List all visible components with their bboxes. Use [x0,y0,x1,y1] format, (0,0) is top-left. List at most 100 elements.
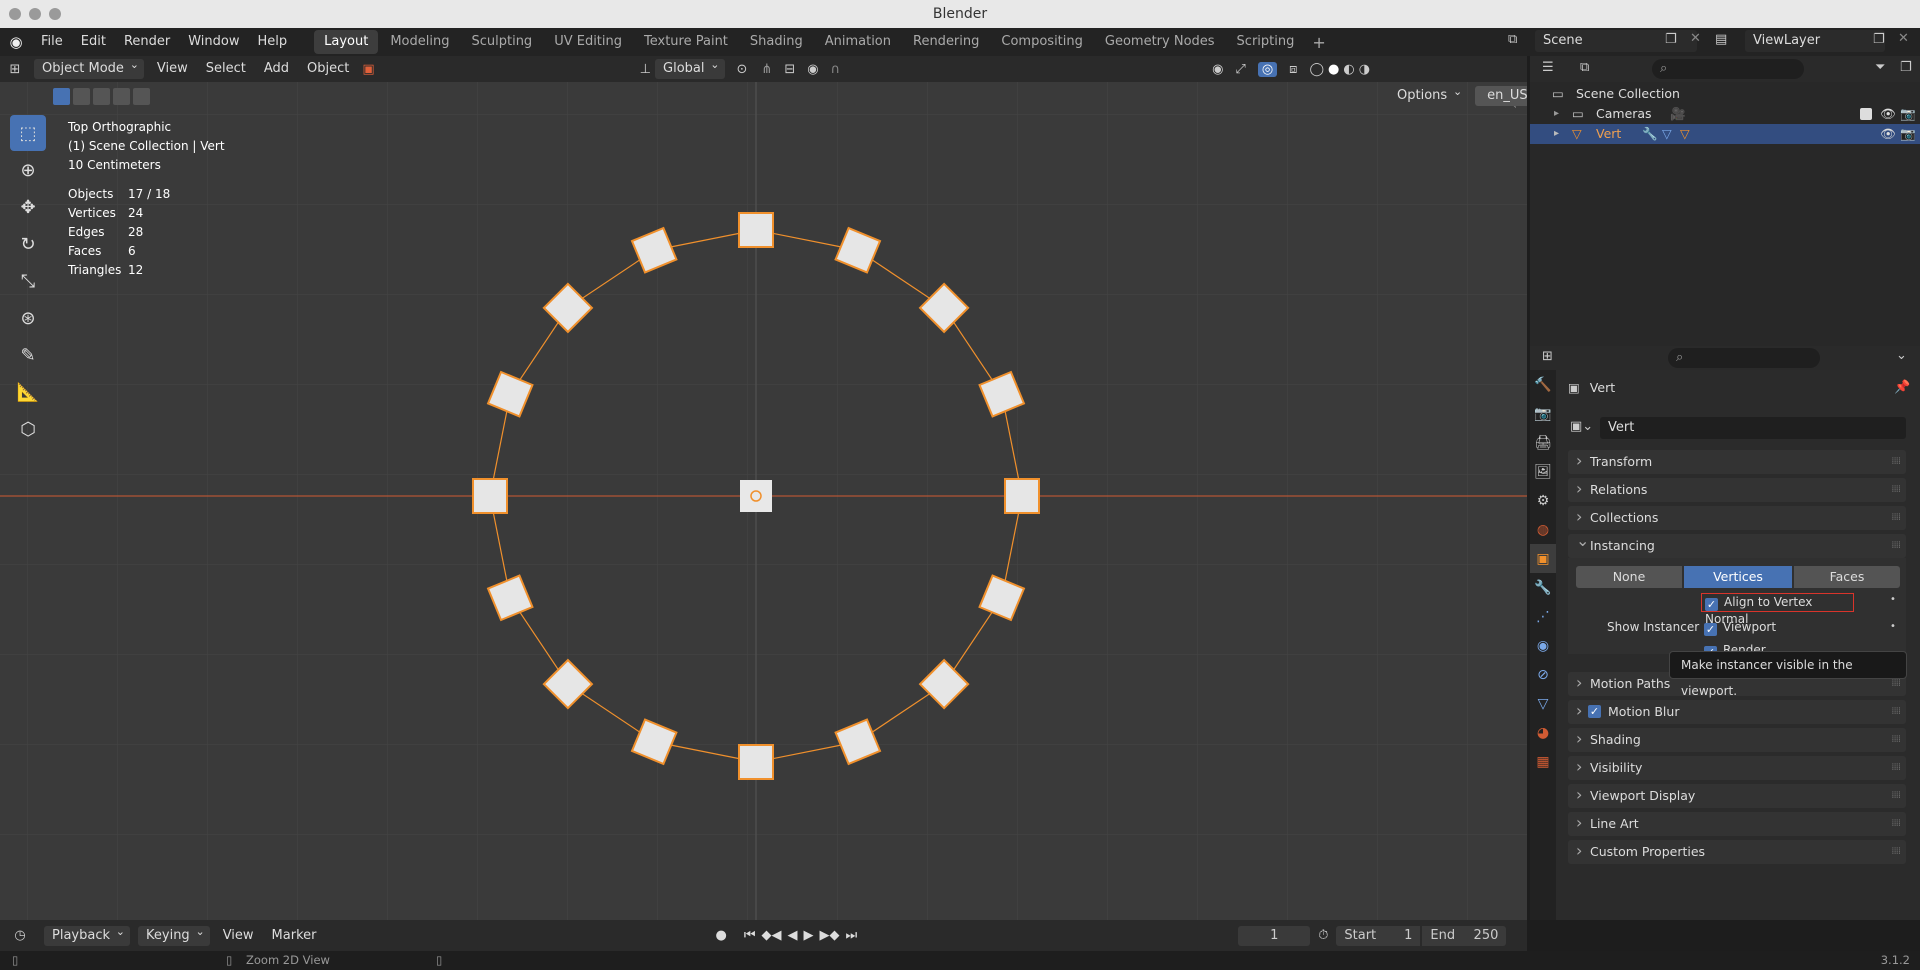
tab-uv-editing[interactable]: UV Editing [544,30,632,54]
new-view-layer-icon[interactable]: ❐ [1873,32,1885,47]
visibility-selector-icon[interactable]: ◉ [1212,62,1223,77]
align-to-vertex-normal-checkbox[interactable]: ✓ Align to Vertex Normal [1701,593,1854,626]
view-layer-tab-icon[interactable]: 🖼 [1530,457,1556,486]
new-scene-icon[interactable]: ❐ [1665,32,1677,47]
texture-tab-icon[interactable]: ▦ [1530,747,1556,776]
preview-range-icon[interactable]: ⏱ [1318,928,1328,943]
panel-motion-blur[interactable]: ✓Motion Blur⁞⁞⁞⁞ [1568,700,1906,724]
jump-to-keyframe-prev-icon[interactable]: ◆◀ [762,928,782,943]
exclude-checkbox-icon[interactable] [1860,108,1872,120]
measure-tool-icon[interactable]: 📐 [10,374,46,410]
material-shading-icon[interactable]: ◐ [1343,62,1354,77]
instanced-cube[interactable] [1004,478,1040,514]
timeline-editor-type-icon[interactable]: ◷ [0,928,40,943]
mode-selector[interactable]: Object Mode [34,55,144,79]
overlay-toggle-icon[interactable]: ◎ [1257,61,1278,77]
cursor-tool-icon[interactable]: ⊕ [10,152,46,188]
render-tab-icon[interactable]: 📷 [1530,399,1556,428]
view-layer-icon[interactable]: ▤ [1715,32,1727,47]
menu-window[interactable]: Window [179,28,248,56]
viewport-canvas[interactable] [0,82,1527,920]
proportional-editing-icon[interactable]: ◉ [807,62,818,77]
xray-toggle-icon[interactable]: ⧈ [1289,62,1297,77]
menu-file[interactable]: File [32,28,72,56]
transform-orientation-selector[interactable]: Global [655,55,725,79]
auto-keying-icon[interactable]: ● [715,928,726,943]
viewport-menu-view[interactable]: View [148,56,197,82]
blender-logo-icon[interactable]: ◉ [0,33,32,51]
timeline-view-menu[interactable]: View [214,923,263,949]
play-icon[interactable]: ▶ [804,928,814,943]
tab-rendering[interactable]: Rendering [903,30,989,54]
object-tab-icon[interactable]: ▣ [1530,544,1556,573]
eye-icon[interactable]: 👁 [1880,124,1896,144]
outliner-row-cameras[interactable]: ▸ ▭ Cameras 🎥 👁 📷 [1530,104,1920,124]
instancing-vertices-button[interactable]: Vertices [1684,566,1792,588]
start-frame-field[interactable]: Start 1 [1336,925,1421,946]
properties-editor-type-icon[interactable]: ⊞ [1542,349,1553,364]
panel-visibility[interactable]: Visibility⁞⁞⁞⁞ [1568,756,1906,780]
select-new-icon[interactable] [53,88,70,105]
viewport-menu-select[interactable]: Select [197,56,255,82]
outliner-row-vert[interactable]: ▸ ▽ Vert 🔧 ▽ ▽ 👁 📷 [1530,124,1920,144]
outliner-display-mode-icon[interactable]: ⧉ [1580,60,1589,75]
select-intersect-icon[interactable] [133,88,150,105]
select-invert-icon[interactable] [113,88,130,105]
outliner-search-input[interactable]: ⌕ [1652,59,1804,79]
tab-layout[interactable]: Layout [314,30,379,54]
minimize-window-button[interactable] [29,8,41,20]
panel-transform[interactable]: Transform⁞⁞⁞⁞ [1568,450,1906,474]
keyframe-dot-icon[interactable]: • [1890,621,1896,632]
scene-icon[interactable]: ⧉ [1508,32,1517,47]
instancing-faces-button[interactable]: Faces [1794,566,1900,588]
playback-menu[interactable]: Playback [44,922,131,946]
jump-to-keyframe-next-icon[interactable]: ▶◆ [820,928,840,943]
jump-to-start-icon[interactable]: ⏮ [744,928,756,943]
tab-geometry-nodes[interactable]: Geometry Nodes [1095,30,1225,54]
tab-modeling[interactable]: Modeling [380,30,459,54]
menu-edit[interactable]: Edit [72,28,115,56]
tab-compositing[interactable]: Compositing [991,30,1093,54]
pivot-point-icon[interactable]: ⊙ [737,62,748,77]
filter-icon[interactable]: ⏷ [1875,60,1885,75]
panel-shading[interactable]: Shading⁞⁞⁞⁞ [1568,728,1906,752]
wireframe-shading-icon[interactable]: ◯ [1309,62,1324,77]
properties-search-input[interactable]: ⌕ [1668,348,1820,368]
keying-menu[interactable]: Keying [138,922,210,946]
timeline-marker-menu[interactable]: Marker [263,923,326,949]
remove-scene-icon[interactable]: ✕ [1690,31,1701,46]
editor-type-icon[interactable]: ⊞ [0,62,30,77]
panel-line-art[interactable]: Line Art⁞⁞⁞⁞ [1568,812,1906,836]
view-layer-selector[interactable]: ViewLayer [1745,30,1885,52]
instancing-none-button[interactable]: None [1576,566,1682,588]
render-camera-icon[interactable]: 📷 [1900,104,1916,124]
new-collection-icon[interactable]: ❐ [1900,60,1912,75]
outliner-row-scene-collection[interactable]: ▭ Scene Collection [1530,84,1920,104]
object-data-icon[interactable]: ▣⌄ [1570,419,1593,434]
instanced-cube[interactable] [738,744,774,780]
move-tool-icon[interactable]: ✥ [10,189,46,225]
panel-instancing[interactable]: Instancing⁞⁞⁞⁞ [1568,530,1906,558]
end-frame-field[interactable]: End 250 [1422,925,1507,946]
tab-animation[interactable]: Animation [815,30,901,54]
outliner-editor-type-icon[interactable]: ☰ [1542,60,1554,75]
options-dropdown[interactable]: Options [1389,82,1468,106]
expand-arrow-icon[interactable]: ▸ [1554,124,1559,144]
viewport-menu-object[interactable]: Object [298,56,358,82]
viewport-menu-add[interactable]: Add [255,56,298,82]
scene-tab-icon[interactable]: ⚙ [1530,486,1556,515]
falloff-icon[interactable]: ∩ [831,62,841,77]
gizmo-toggle-icon[interactable]: ⤢ [1235,62,1245,77]
panel-relations[interactable]: Relations⁞⁞⁞⁞ [1568,478,1906,502]
tab-sculpting[interactable]: Sculpting [461,30,542,54]
rotate-tool-icon[interactable]: ↻ [10,226,46,262]
tab-shading[interactable]: Shading [740,30,813,54]
motion-blur-checkbox[interactable]: ✓ [1588,705,1601,718]
data-tab-icon[interactable]: ▽ [1530,689,1556,718]
3d-viewport[interactable]: ‹ [0,82,1527,920]
instanced-cube[interactable] [472,478,508,514]
show-instancer-viewport-checkbox[interactable]: ✓ Viewport [1704,620,1776,636]
add-cube-tool-icon[interactable]: ⬡ [10,411,46,447]
snap-target-icon[interactable]: ⊟ [784,62,795,77]
select-extend-icon[interactable] [73,88,90,105]
